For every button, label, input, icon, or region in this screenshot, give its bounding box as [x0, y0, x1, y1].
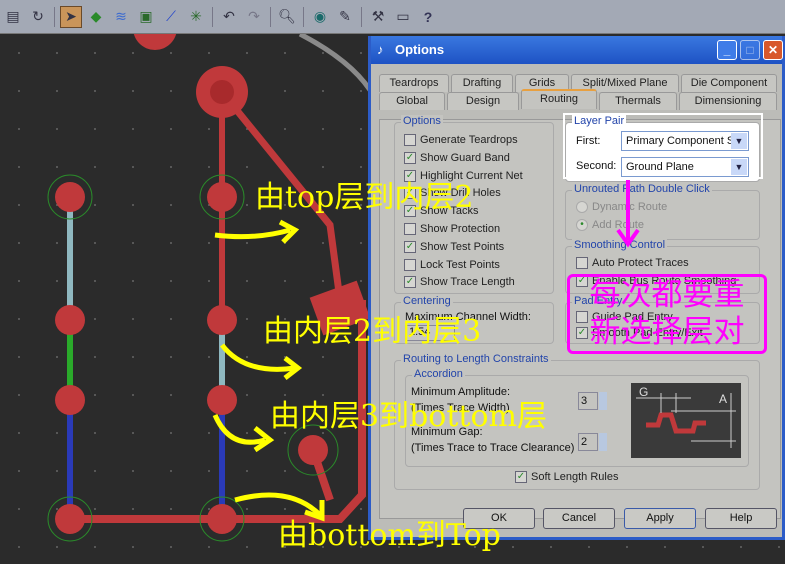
chevron-down-icon[interactable]: ▼ [731, 133, 747, 149]
note-line-1: 每次都要重 [589, 277, 745, 313]
length-constraints-label: Routing to Length Constraints [401, 353, 551, 365]
accordion-diagram: G A [631, 383, 741, 458]
annotation-bottom-to-top: 由bottom到Top [278, 518, 501, 553]
option-checkbox[interactable]: Generate Teardrops [404, 134, 518, 146]
first-layer-value: Primary Component Si [626, 135, 737, 147]
first-layer-select[interactable]: Primary Component Si ▼ [621, 131, 749, 151]
note-line-2: 新选择层对 [589, 314, 745, 350]
dialog-titlebar[interactable]: ♪ Options _ □ ✕ [371, 36, 783, 64]
option-checkbox[interactable]: ✓ Show Guard Band [404, 151, 510, 164]
redo-icon[interactable]: ↷ [243, 6, 265, 28]
annotation-inner3-to-bottom: 由内层3到bottom层 [270, 399, 547, 434]
tab-teardrops[interactable]: Teardrops [379, 74, 449, 92]
tab-dimensioning[interactable]: Dimensioning [679, 92, 777, 110]
min-gap-sublabel: (Times Trace to Trace Clearance) [411, 442, 575, 454]
help-button[interactable]: Help [705, 508, 777, 529]
zoom-icon[interactable]: 🔍︎ [276, 6, 298, 28]
tab-thermals[interactable]: Thermals [599, 92, 677, 110]
svg-text:A: A [719, 392, 727, 406]
maximize-button[interactable]: □ [740, 40, 760, 60]
checkbox-box[interactable] [404, 223, 416, 235]
accordion-label: Accordion [412, 368, 465, 380]
measure-icon[interactable]: ▣ [135, 6, 157, 28]
separator [303, 6, 304, 27]
first-label: First: [576, 135, 601, 147]
checkbox-box[interactable] [404, 134, 416, 146]
second-label: Second: [576, 160, 617, 172]
option-checkbox[interactable]: ✓ Show Test Points [404, 240, 505, 253]
gap-spinner[interactable] [599, 433, 607, 451]
tab-drafting[interactable]: Drafting [451, 74, 513, 92]
magenta-arrow [616, 180, 640, 248]
option-checkbox[interactable]: ✓ Show Trace Length [404, 276, 515, 289]
checkbox-box[interactable] [404, 258, 416, 271]
window-icon[interactable]: ▭ [392, 6, 414, 28]
min-amplitude-input[interactable]: 3 [578, 392, 598, 410]
second-layer-value: Ground Plane [626, 161, 694, 173]
note-box: 每次都要重 新选择层对 [567, 274, 767, 354]
add-component-icon[interactable]: ◆ [85, 6, 107, 28]
auto-protect-traces-checkbox[interactable]: Auto Protect Traces [576, 257, 689, 269]
undo-icon[interactable]: ↶ [218, 6, 240, 28]
view-icon[interactable]: ◉ [309, 6, 331, 28]
min-gap-input[interactable]: 2 [578, 433, 598, 451]
separator [270, 6, 271, 27]
options-group-label: Options [401, 115, 443, 127]
svg-text:G: G [639, 385, 648, 399]
tab-global[interactable]: Global [379, 92, 445, 110]
checkbox-box[interactable]: ✓ [404, 151, 416, 164]
separator [212, 6, 213, 27]
toolbar: ▤ ↻ ➤ ◆ ≋ ▣ ⟋ ✳ ↶ ↷ 🔍︎ ◉ ✎ ⚒ ▭ ? [0, 0, 785, 34]
option-checkbox[interactable]: Show Protection [404, 223, 500, 235]
minimize-button[interactable]: _ [717, 40, 737, 60]
separator [361, 6, 362, 27]
centering-label: Centering [401, 295, 453, 307]
option-label: Show Trace Length [420, 276, 515, 289]
cluster-icon[interactable]: ✳ [185, 6, 207, 28]
route-icon[interactable]: ≋ [110, 6, 132, 28]
checkbox-box[interactable]: ✓ [404, 276, 416, 289]
unrouted-group: Unrouted Path Double Click Dynamic Route… [565, 183, 760, 240]
app-icon: ♪ [377, 42, 384, 57]
min-amplitude-label: Minimum Amplitude: [411, 386, 511, 398]
option-label: Show Test Points [420, 240, 505, 253]
refresh-icon[interactable]: ↻ [27, 6, 49, 28]
second-layer-select[interactable]: Ground Plane ▼ [621, 157, 749, 177]
option-checkbox[interactable]: Lock Test Points [404, 258, 500, 271]
paint-icon[interactable]: ✎ [334, 6, 356, 28]
properties-icon[interactable]: ▤ [2, 6, 24, 28]
dialog-title: Options [395, 42, 445, 57]
add-trace-icon[interactable]: ⟋ [160, 6, 182, 28]
option-label: Show Guard Band [420, 151, 510, 164]
soft-length-rules-checkbox[interactable]: ✓ Soft Length Rules [515, 471, 618, 483]
select-icon[interactable]: ➤ [60, 5, 82, 28]
annotation-top-to-inner2: 由top层到内层2 [255, 180, 474, 215]
separator [54, 6, 55, 27]
board-outline [298, 34, 373, 92]
layer-pair-group: Layer Pair First: Primary Component Si ▼ … [565, 115, 760, 182]
chevron-down-icon[interactable]: ▼ [731, 159, 747, 175]
tab-design[interactable]: Design [447, 92, 519, 110]
cancel-button[interactable]: Cancel [543, 508, 615, 529]
option-label: Show Protection [420, 223, 501, 235]
amplitude-spinner[interactable] [599, 392, 607, 410]
option-label: Lock Test Points [420, 258, 500, 271]
close-button[interactable]: ✕ [763, 40, 783, 60]
checkbox-box[interactable]: ✓ [404, 240, 416, 253]
hammer-icon[interactable]: ⚒ [367, 6, 389, 28]
option-label: Generate Teardrops [420, 134, 518, 146]
tab-routing[interactable]: Routing [521, 89, 597, 109]
annotation-inner2-to-inner3: 由内层2到内层3 [263, 314, 482, 349]
pad [133, 34, 177, 50]
tab-die-component[interactable]: Die Component [681, 74, 777, 92]
help-icon[interactable]: ? [417, 6, 439, 28]
apply-button[interactable]: Apply [624, 508, 696, 529]
layer-pair-label: Layer Pair [572, 115, 627, 127]
